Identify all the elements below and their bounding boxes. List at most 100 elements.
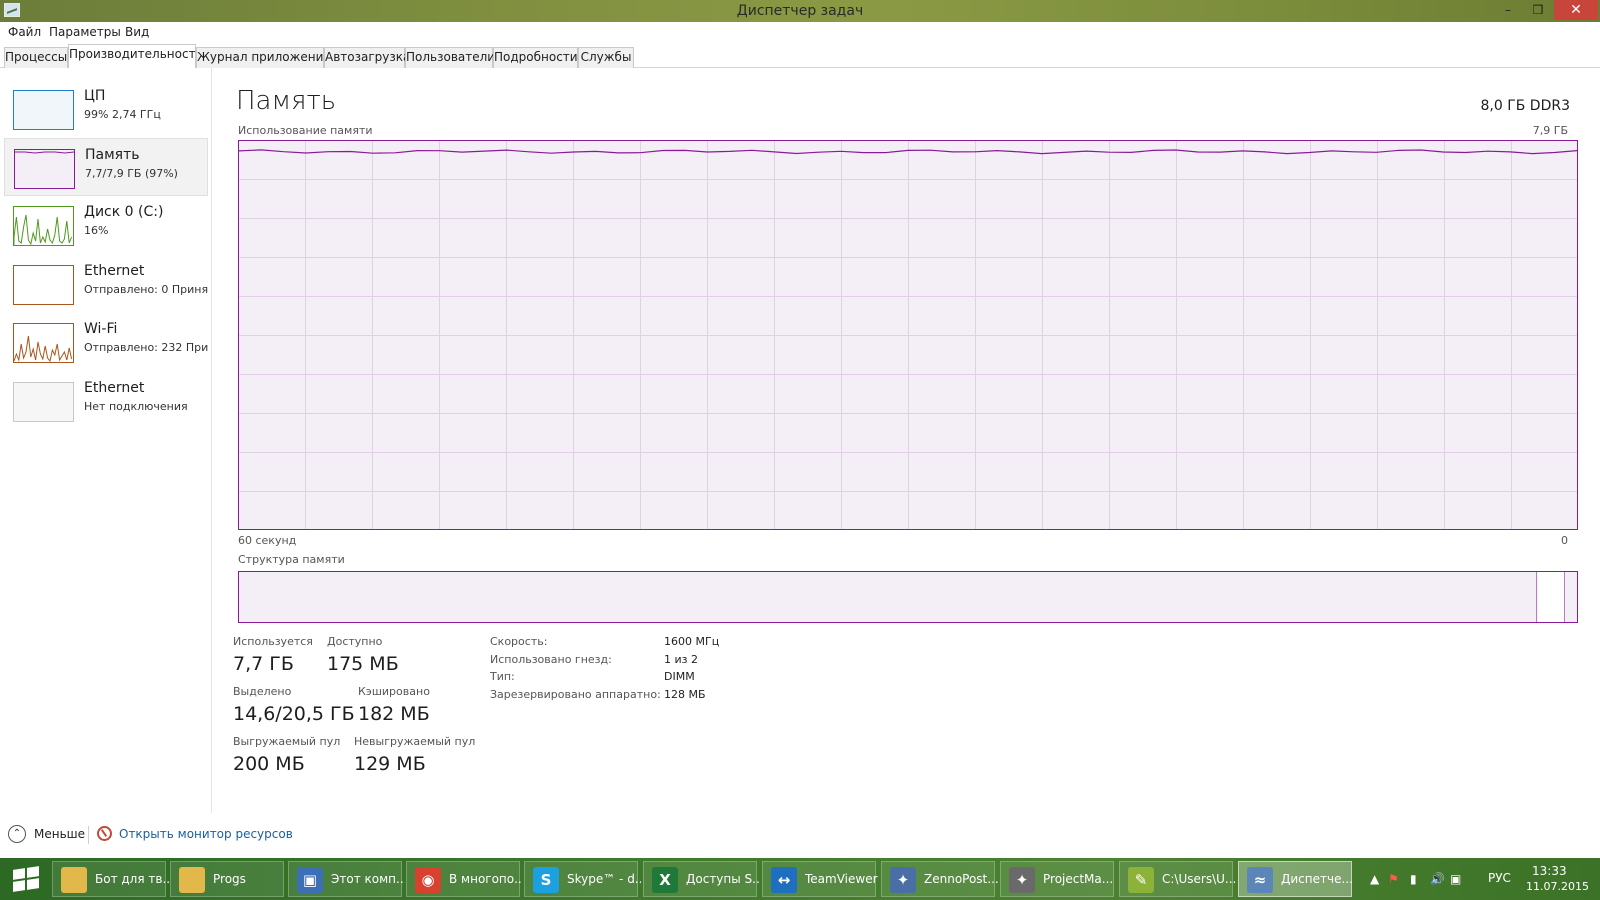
- memory-usage-graph: [238, 140, 1578, 530]
- footer-divider: [88, 826, 89, 844]
- task-manager-icon: ≈: [1247, 867, 1273, 893]
- cached-label: Кэшировано: [358, 685, 430, 698]
- sidebar-item-name: Диск 0 (C:): [84, 204, 164, 220]
- taskbar-button-label: ZennoPost...: [924, 872, 998, 886]
- available-label: Доступно: [327, 635, 383, 648]
- taskbar-button[interactable]: ✦ ZennoPost...: [881, 861, 998, 897]
- sidebar-item-ethernet[interactable]: Ethernet Отправлено: 0 Принят: [4, 255, 208, 313]
- available-value: 175 МБ: [327, 653, 399, 675]
- clock-time[interactable]: 13:33: [1532, 864, 1567, 878]
- sidebar-item-ethernet-2[interactable]: Ethernet Нет подключения: [4, 372, 208, 430]
- graph-time-zero: 0: [1561, 534, 1568, 547]
- action-center-icon[interactable]: ⚑: [1388, 872, 1399, 886]
- tab-users[interactable]: Пользователи: [405, 47, 495, 68]
- memory-thumbnail-graph: [14, 149, 75, 189]
- sidebar-item-wifi[interactable]: Wi-Fi Отправлено: 232 Прин: [4, 313, 208, 371]
- menu-bar: Файл Параметры Вид: [0, 22, 1600, 42]
- chevron-up-icon: ⌃: [8, 825, 26, 843]
- maximize-button[interactable]: ❒: [1524, 2, 1552, 18]
- sidebar-item-name: ЦП: [84, 88, 106, 104]
- committed-label: Выделено: [233, 685, 292, 698]
- ethernet-2-thumbnail-graph: [13, 382, 74, 422]
- taskbar-button-label: В многопо...: [449, 872, 523, 886]
- tab-details[interactable]: Подробности: [493, 47, 578, 68]
- mini-graph: [14, 214, 73, 245]
- menu-file[interactable]: Файл: [8, 25, 41, 39]
- sidebar-item-detail: Нет подключения: [84, 400, 188, 413]
- taskbar-button-label: Этот комп...: [331, 872, 405, 886]
- fewer-details-label: Меньше: [34, 827, 86, 841]
- taskbar-button[interactable]: S Skype™ - d...: [524, 861, 641, 897]
- structure-in-use-segment: [239, 572, 1537, 622]
- volume-icon[interactable]: 🔊: [1430, 872, 1445, 886]
- taskbar-button[interactable]: ↔ TeamViewer: [762, 861, 878, 897]
- mini-graph-line: [14, 335, 73, 362]
- sidebar-item-disk[interactable]: Диск 0 (C:) 16%: [4, 196, 208, 254]
- usage-graph-label: Использование памяти: [238, 124, 373, 137]
- taskbar-button[interactable]: ◉ В многопо...: [406, 861, 523, 897]
- mini-graph: [15, 151, 74, 154]
- network-signal-icon[interactable]: ▮: [1410, 872, 1417, 886]
- nonpaged-pool-value: 129 МБ: [354, 753, 426, 775]
- cached-value: 182 МБ: [358, 703, 430, 725]
- menu-options[interactable]: Параметры: [49, 25, 121, 39]
- tab-startup[interactable]: Автозагрузка: [324, 47, 410, 68]
- chrome-icon: ◉: [415, 867, 441, 893]
- computer-icon: ▣: [297, 867, 323, 893]
- clock-date[interactable]: 11.07.2015: [1526, 880, 1589, 893]
- tab-processes[interactable]: Процессы: [4, 47, 68, 68]
- teamviewer-icon: ↔: [771, 867, 797, 893]
- zennoposter-icon: ✦: [890, 867, 916, 893]
- structure-label: Структура памяти: [238, 553, 345, 566]
- taskbar-button[interactable]: ✎ C:\Users\U...: [1119, 861, 1236, 897]
- sidebar-item-name: Память: [85, 147, 140, 163]
- cpu-thumbnail-graph: [13, 90, 74, 130]
- sidebar-item-memory[interactable]: Память 7,7/7,9 ГБ (97%): [4, 138, 208, 196]
- taskbar-button[interactable]: ✦ ProjectMa...: [1000, 861, 1114, 897]
- sidebar-item-name: Ethernet: [84, 263, 145, 279]
- in-use-label: Используется: [233, 635, 313, 648]
- tab-bar: Процессы Производительность Журнал прило…: [0, 42, 1600, 69]
- skype-icon: S: [533, 867, 559, 893]
- show-hidden-icons-icon[interactable]: ▲: [1370, 872, 1379, 886]
- taskbar-button-label: Progs: [213, 872, 246, 886]
- structure-cached-segment: [1538, 572, 1565, 622]
- mini-graph: [14, 335, 73, 362]
- ethernet-thumbnail-graph: [13, 265, 74, 305]
- paged-pool-label: Выгружаемый пул: [233, 735, 341, 748]
- taskbar-button-label: Skype™ - d...: [567, 872, 641, 886]
- nonpaged-pool-label: Невыгружаемый пул: [354, 735, 476, 748]
- minimize-button[interactable]: –: [1494, 2, 1522, 18]
- taskbar-button[interactable]: ▣ Этот комп...: [288, 861, 405, 897]
- slots-used-value: 1 из 2: [664, 653, 698, 666]
- taskbar-button-label: TeamViewer: [805, 872, 878, 886]
- taskbar: Бот для тв... Progs ▣ Этот комп... ◉ В многоп…: [0, 858, 1600, 900]
- close-button[interactable]: ✕: [1554, 0, 1598, 20]
- sidebar-item-cpu[interactable]: ЦП 99% 2,74 ГГц: [4, 80, 208, 138]
- notepad-icon: ✎: [1128, 867, 1154, 893]
- input-language[interactable]: РУС: [1488, 871, 1511, 885]
- taskbar-button[interactable]: Бот для тв...: [52, 861, 169, 897]
- taskbar-button[interactable]: X Доступы S...: [643, 861, 760, 897]
- memory-panel: Память 8,0 ГБ DDR3 Использование памяти …: [212, 68, 1600, 813]
- power-icon[interactable]: ▣: [1450, 872, 1461, 886]
- sidebar-item-detail: Отправлено: 0 Принят: [84, 283, 208, 296]
- sidebar-item-detail: Отправлено: 232 Прин: [84, 341, 208, 354]
- menu-view[interactable]: Вид: [125, 25, 149, 39]
- hardware-reserved-value: 128 МБ: [664, 688, 706, 701]
- tab-performance[interactable]: Производительность: [68, 44, 203, 69]
- form-factor-value: DIMM: [664, 670, 695, 683]
- tab-services[interactable]: Службы: [578, 47, 634, 68]
- taskbar-button-label: ProjectMa...: [1043, 872, 1114, 886]
- start-button[interactable]: [8, 866, 42, 892]
- mini-graph-line: [14, 214, 73, 245]
- in-use-value: 7,7 ГБ: [233, 653, 294, 675]
- taskbar-button[interactable]: Progs: [170, 861, 284, 897]
- graph-time-span: 60 секунд: [238, 534, 297, 547]
- tab-app-history[interactable]: Журнал приложений: [196, 47, 331, 68]
- sidebar-item-detail: 99% 2,74 ГГц: [84, 108, 161, 121]
- disk-thumbnail-graph: [13, 206, 74, 246]
- sidebar-item-name: Wi-Fi: [84, 321, 118, 337]
- taskbar-button-label: Бот для тв...: [95, 872, 169, 886]
- taskbar-button[interactable]: ≈ Диспетче...: [1238, 861, 1353, 897]
